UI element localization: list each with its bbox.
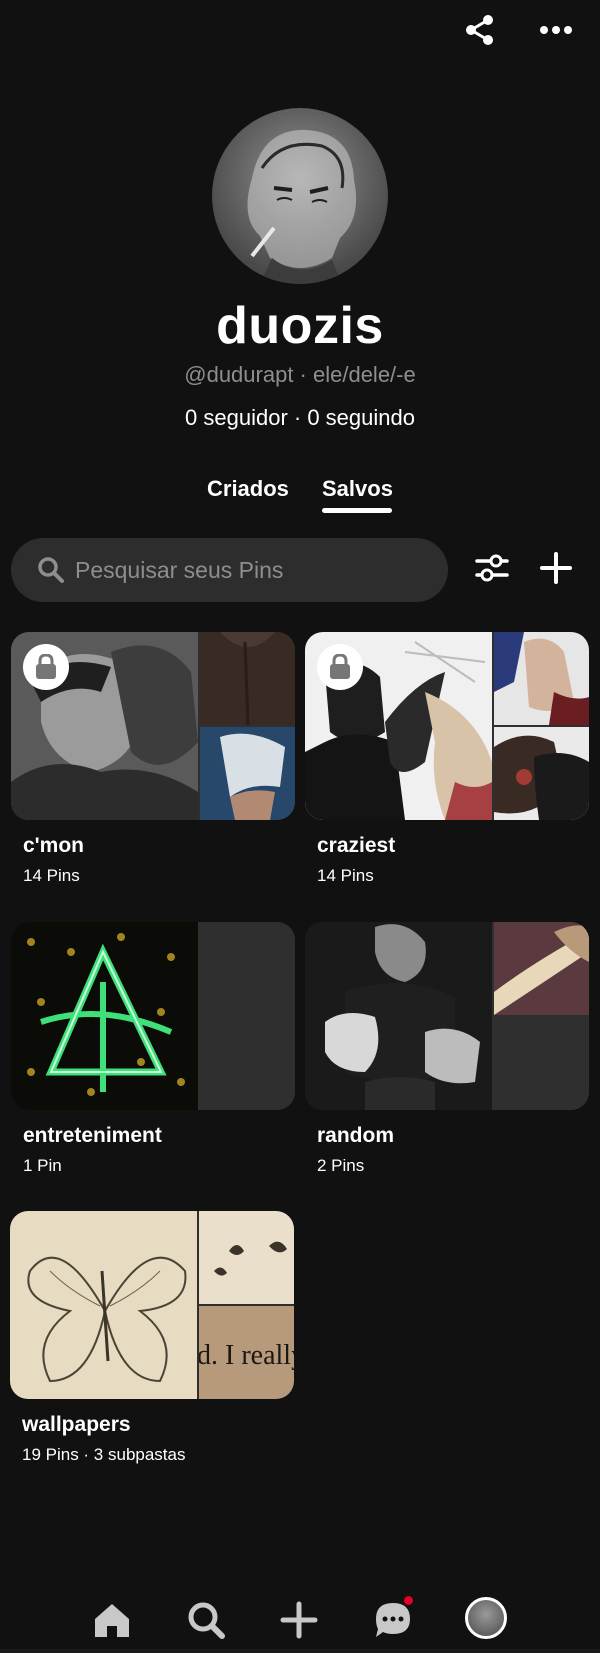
filter-icon[interactable] (474, 550, 510, 586)
board-random[interactable]: random 2 Pins (305, 922, 589, 1176)
board-thumb-image: d. I really (199, 1306, 294, 1399)
board-cover-image (10, 1211, 197, 1399)
plus-icon[interactable] (278, 1599, 320, 1641)
board-cover-image (11, 922, 198, 1110)
board-thumb-empty (494, 1017, 589, 1110)
home-icon[interactable] (91, 1599, 133, 1641)
board-collage[interactable] (11, 632, 295, 820)
board-thumb-image (494, 727, 589, 820)
profile-handle: @dudurapt · ele/dele/-e (184, 362, 416, 387)
board-count: 19 Pins · 3 subpastas (22, 1445, 186, 1464)
board-entreteniment[interactable]: entreteniment 1 Pin (11, 922, 295, 1176)
notification-badge (404, 1596, 413, 1605)
nav-divider (0, 1649, 600, 1653)
profile-tabs: Criados Salvos (0, 472, 600, 522)
svg-text:d. I really: d. I really (199, 1340, 294, 1371)
search-bar[interactable] (11, 538, 448, 602)
board-collage[interactable]: d. I really (10, 1211, 294, 1399)
share-icon[interactable] (462, 12, 498, 48)
board-count: 14 Pins (317, 866, 374, 885)
board-thumb-image (494, 632, 589, 725)
search-icon[interactable] (185, 1599, 227, 1641)
board-title: entreteniment (23, 1124, 162, 1147)
tab-criados[interactable]: Criados (207, 476, 289, 502)
board-collage[interactable] (305, 922, 589, 1110)
lock-badge (23, 644, 69, 690)
lock-icon (330, 654, 350, 679)
board-title: c'mon (23, 834, 85, 857)
top-bar (0, 0, 600, 60)
profile-name: duozis (216, 297, 384, 355)
chat-icon[interactable] (372, 1599, 414, 1641)
board-title: wallpapers (22, 1413, 131, 1436)
lock-icon (36, 654, 56, 679)
board-craziest[interactable]: craziest 14 Pins (305, 632, 589, 886)
board-thumb-image (200, 632, 295, 725)
lock-badge (317, 644, 363, 690)
profile-avatar-nav[interactable] (465, 1597, 507, 1639)
board-cmon[interactable]: c'mon 14 Pins (11, 632, 295, 886)
bottom-navigation (0, 1583, 600, 1653)
board-thumb-image (200, 727, 295, 820)
board-thumb-image (199, 1211, 294, 1304)
board-collage[interactable] (11, 922, 295, 1110)
active-tab-indicator (322, 508, 392, 513)
more-icon[interactable] (538, 12, 574, 48)
add-icon[interactable] (538, 550, 574, 586)
search-icon (38, 557, 64, 583)
board-count: 2 Pins (317, 1156, 365, 1175)
follow-counts[interactable]: 0 seguidor · 0 seguindo (0, 405, 600, 431)
board-collage[interactable] (305, 632, 589, 820)
board-count: 14 Pins (23, 866, 80, 885)
search-input[interactable] (75, 550, 425, 590)
profile-avatar[interactable] (212, 108, 388, 284)
board-title: craziest (317, 834, 396, 857)
board-title: random (317, 1124, 395, 1147)
board-thumb-empty (200, 1017, 295, 1110)
board-thumb-empty (200, 922, 295, 1015)
board-thumb-image (494, 922, 589, 1015)
board-wallpapers[interactable]: d. I really wallpapers 19 Pins · 3 subpa… (10, 1211, 294, 1465)
tab-salvos[interactable]: Salvos (322, 476, 393, 502)
board-cover-image (305, 922, 492, 1110)
board-count: 1 Pin (23, 1156, 62, 1175)
